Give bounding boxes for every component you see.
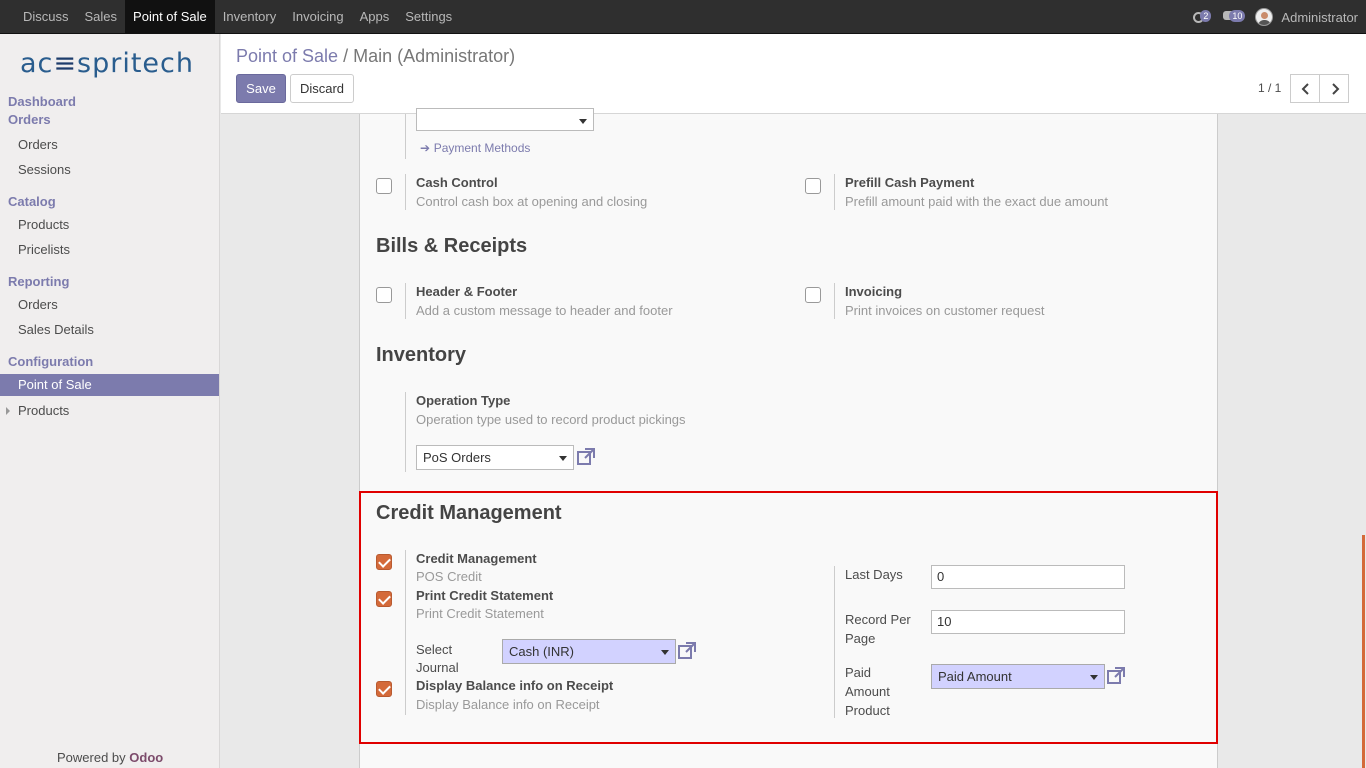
prefill-cash-desc: Prefill amount paid with the exact due a… bbox=[845, 194, 1109, 209]
sidebar-item-report-orders[interactable]: Orders bbox=[0, 294, 219, 316]
breadcrumb-parent[interactable]: Point of Sale bbox=[236, 46, 338, 66]
payment-methods-link[interactable]: ➔ Payment Methods bbox=[420, 140, 530, 155]
sidebar: ac≡spritech Dashboard Orders Orders Sess… bbox=[0, 34, 220, 768]
invoicing-desc: Print invoices on customer request bbox=[845, 303, 1045, 318]
invoicing-label: Invoicing bbox=[845, 284, 903, 299]
divider bbox=[405, 283, 406, 319]
pager-next-button[interactable] bbox=[1319, 74, 1349, 103]
dropdown-caret-icon bbox=[579, 119, 587, 124]
sidebar-item-pricelists[interactable]: Pricelists bbox=[0, 239, 219, 261]
menu-inventory[interactable]: Inventory bbox=[215, 0, 284, 34]
menu-point-of-sale[interactable]: Point of Sale bbox=[125, 0, 215, 34]
sidebar-item-config-products[interactable]: Products bbox=[0, 400, 219, 422]
highlight-box bbox=[359, 491, 1218, 744]
divider bbox=[405, 392, 406, 472]
operation-type-label: Operation Type bbox=[416, 393, 511, 408]
sidebar-item-orders[interactable]: Orders bbox=[0, 134, 219, 156]
user-name[interactable]: Administrator bbox=[1281, 10, 1358, 25]
invoicing-checkbox[interactable] bbox=[805, 287, 821, 303]
dropdown-caret-icon bbox=[559, 456, 567, 461]
company-logo: ac≡spritech bbox=[20, 48, 194, 79]
activity-count: 2 bbox=[1200, 10, 1212, 22]
header-footer-desc: Add a custom message to header and foote… bbox=[416, 303, 673, 318]
chevron-left-icon bbox=[1301, 83, 1309, 95]
breadcrumb: Point of Sale / Main (Administrator) bbox=[236, 46, 515, 67]
sidebar-item-sales-details[interactable]: Sales Details bbox=[0, 319, 219, 341]
divider bbox=[834, 283, 835, 319]
operation-type-value: PoS Orders bbox=[423, 450, 491, 465]
operation-type-select[interactable]: PoS Orders bbox=[416, 445, 574, 470]
sidebar-item-products[interactable]: Products bbox=[0, 214, 219, 236]
payment-method-select[interactable] bbox=[416, 108, 594, 131]
sidebar-header-reporting[interactable]: Reporting bbox=[8, 274, 69, 289]
payment-methods-label: Payment Methods bbox=[433, 141, 531, 155]
scrollbar[interactable] bbox=[1362, 535, 1365, 768]
cash-control-label: Cash Control bbox=[416, 175, 498, 190]
breadcrumb-separator: / bbox=[343, 46, 349, 66]
menu-settings[interactable]: Settings bbox=[397, 0, 460, 34]
powered-prefix: Powered by bbox=[57, 750, 126, 765]
powered-by: Powered by Odoo bbox=[57, 750, 163, 765]
control-panel: Point of Sale / Main (Administrator) Sav… bbox=[221, 34, 1366, 114]
sidebar-item-sessions[interactable]: Sessions bbox=[0, 159, 219, 181]
arrow-right-icon: ➔ bbox=[420, 141, 431, 155]
top-navbar: Discuss Sales Point of Sale Inventory In… bbox=[0, 0, 1366, 34]
save-button[interactable]: Save bbox=[236, 74, 286, 103]
cash-control-desc: Control cash box at opening and closing bbox=[416, 194, 648, 209]
divider bbox=[834, 174, 835, 210]
sidebar-header-orders[interactable]: Orders bbox=[8, 112, 51, 127]
menu-sales[interactable]: Sales bbox=[77, 0, 126, 34]
divider bbox=[405, 174, 406, 210]
sidebar-item-point-of-sale[interactable]: Point of Sale bbox=[0, 374, 219, 396]
section-title-inventory: Inventory bbox=[376, 344, 467, 366]
header-footer-label: Header & Footer bbox=[416, 284, 518, 299]
messages-chat-icon[interactable]: 10 bbox=[1223, 10, 1247, 24]
app-menu: Discuss Sales Point of Sale Inventory In… bbox=[15, 0, 460, 34]
user-avatar[interactable] bbox=[1255, 8, 1274, 26]
menu-apps[interactable]: Apps bbox=[352, 0, 398, 34]
sidebar-header-configuration[interactable]: Configuration bbox=[8, 354, 93, 369]
cash-control-checkbox[interactable] bbox=[376, 178, 392, 194]
expand-caret-icon bbox=[6, 407, 10, 415]
external-link-icon[interactable] bbox=[576, 447, 596, 467]
prefill-cash-checkbox[interactable] bbox=[805, 178, 821, 194]
section-title-bills: Bills & Receipts bbox=[376, 235, 528, 257]
chevron-right-icon bbox=[1332, 83, 1340, 95]
prefill-cash-label: Prefill Cash Payment bbox=[845, 175, 975, 190]
header-footer-checkbox[interactable] bbox=[376, 287, 392, 303]
sidebar-dashboard[interactable]: Dashboard bbox=[8, 94, 76, 109]
divider bbox=[405, 114, 406, 159]
powered-brand[interactable]: Odoo bbox=[129, 750, 163, 765]
sidebar-item-label: Products bbox=[18, 403, 70, 418]
breadcrumb-current: Main (Administrator) bbox=[353, 46, 516, 66]
sidebar-header-catalog[interactable]: Catalog bbox=[8, 194, 56, 209]
message-count: 10 bbox=[1229, 10, 1246, 22]
operation-type-desc: Operation type used to record product pi… bbox=[416, 412, 686, 427]
discard-button[interactable]: Discard bbox=[290, 74, 354, 103]
menu-invoicing[interactable]: Invoicing bbox=[284, 0, 351, 34]
pager-value: 1 / 1 bbox=[1258, 81, 1282, 95]
activity-clock-icon[interactable]: 2 bbox=[1193, 10, 1215, 24]
pager-previous-button[interactable] bbox=[1290, 74, 1320, 103]
menu-discuss[interactable]: Discuss bbox=[15, 0, 77, 34]
